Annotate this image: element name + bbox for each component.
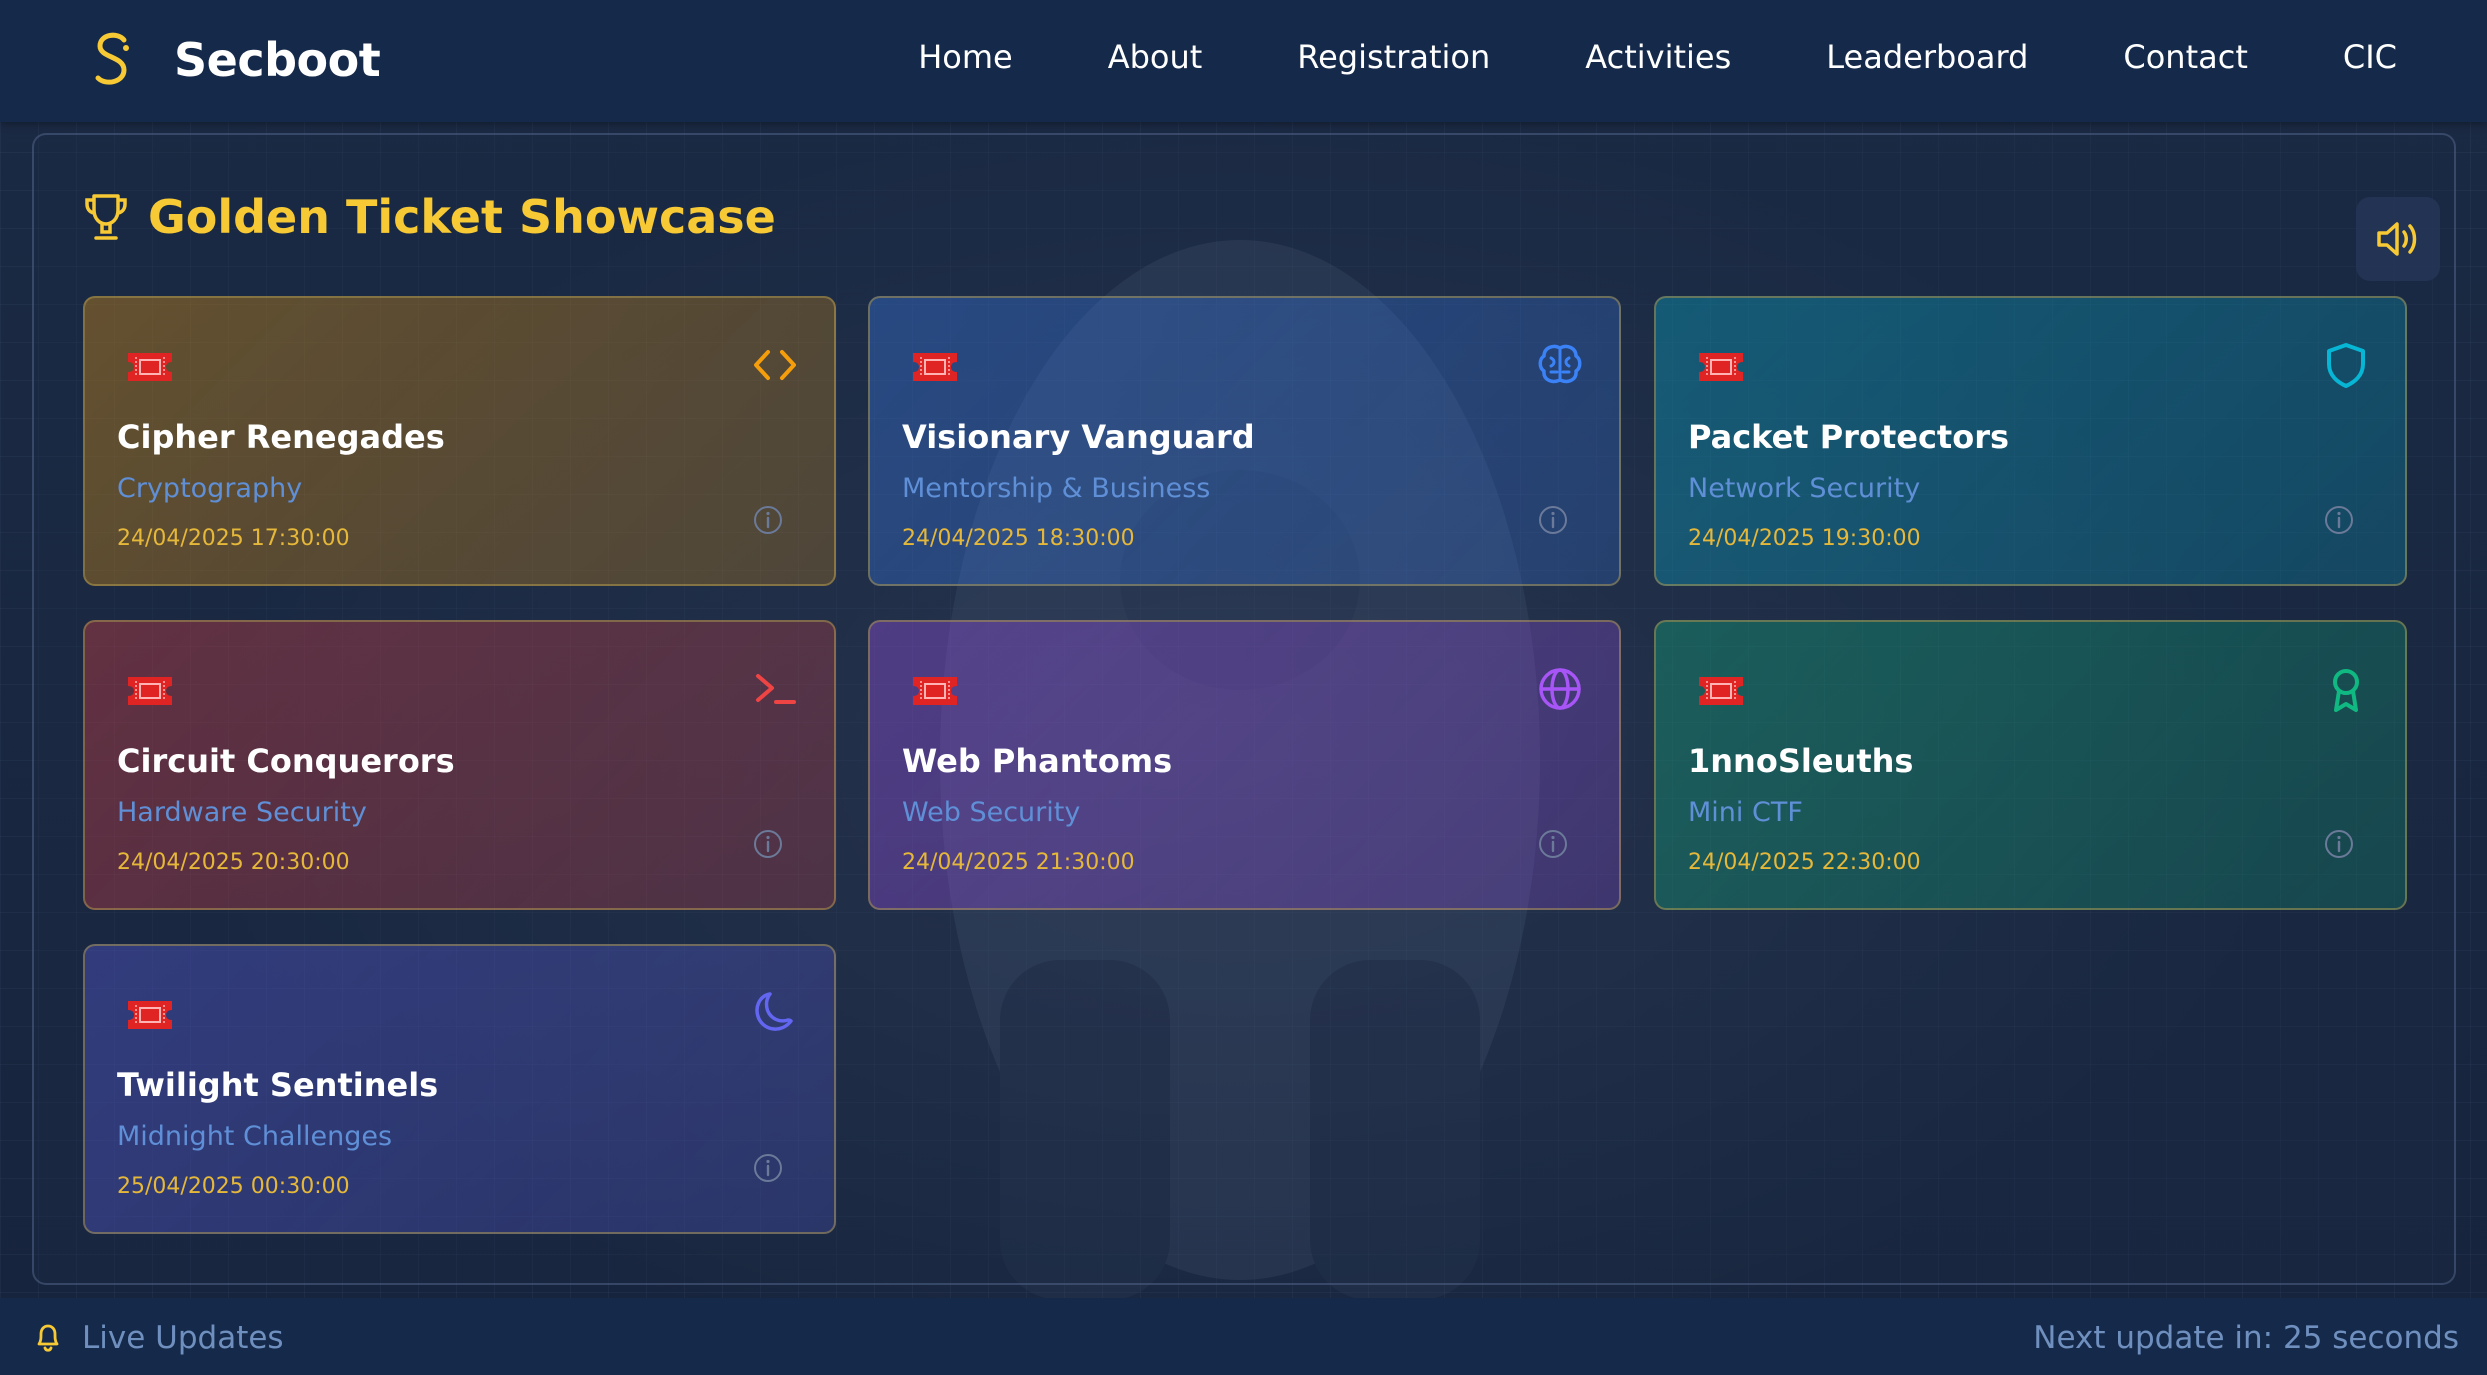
- brand[interactable]: Secboot: [88, 30, 381, 90]
- card-timestamp: 25/04/2025 00:30:00: [117, 1174, 350, 1199]
- code-icon: [754, 350, 796, 380]
- card-timestamp: 24/04/2025 22:30:00: [1688, 850, 1921, 875]
- info-icon[interactable]: [2323, 828, 2355, 860]
- nav-leaderboard-link[interactable]: Leaderboard: [1826, 38, 2028, 76]
- card-category: Midnight Challenges: [117, 1121, 393, 1152]
- ticket-card[interactable]: Packet Protectors Network Security 24/04…: [1654, 296, 2407, 586]
- card-category: Cryptography: [117, 473, 303, 504]
- nav-home-link[interactable]: Home: [918, 38, 1013, 76]
- ticket-card[interactable]: Twilight Sentinels Midnight Challenges 2…: [83, 944, 836, 1234]
- moon-icon: [755, 992, 793, 1031]
- volume-icon: [2377, 222, 2417, 256]
- bell-icon: [37, 1324, 59, 1352]
- nav-about-link[interactable]: About: [1108, 38, 1203, 76]
- card-timestamp: 24/04/2025 17:30:00: [117, 526, 350, 551]
- globe-icon: [1539, 668, 1581, 710]
- brain-icon: [1538, 344, 1582, 384]
- ticket-icon: [1699, 677, 1743, 705]
- shield-icon: [2327, 343, 2365, 388]
- card-team-name: Circuit Conquerors: [117, 742, 455, 780]
- award-icon: [2333, 669, 2359, 712]
- ticket-icon: [128, 353, 172, 381]
- ticket-icon: [128, 677, 172, 705]
- card-team-name: Cipher Renegades: [117, 418, 445, 456]
- info-icon[interactable]: [752, 828, 784, 860]
- nav-registration-link[interactable]: Registration: [1297, 38, 1490, 76]
- brand-name: Secboot: [174, 33, 381, 87]
- card-team-name: Web Phantoms: [902, 742, 1173, 780]
- live-updates: Live Updates: [34, 1320, 284, 1356]
- ticket-card[interactable]: Cipher Renegades Cryptography 24/04/2025…: [83, 296, 836, 586]
- showcase-heading: Golden Ticket Showcase: [84, 190, 776, 244]
- ticket-icon: [1699, 353, 1743, 381]
- ticket-card[interactable]: 1nnoSleuths Mini CTF 24/04/2025 22:30:00: [1654, 620, 2407, 910]
- card-team-name: Packet Protectors: [1688, 418, 2010, 456]
- card-category: Network Security: [1688, 473, 1921, 504]
- card-category: Web Security: [902, 797, 1081, 828]
- card-category: Mentorship & Business: [902, 473, 1211, 504]
- nav-activities-link[interactable]: Activities: [1585, 38, 1731, 76]
- card-timestamp: 24/04/2025 20:30:00: [117, 850, 350, 875]
- trophy-icon: [85, 194, 127, 240]
- nav-cic-link[interactable]: CIC: [2343, 38, 2397, 76]
- card-team-name: Visionary Vanguard: [902, 418, 1255, 456]
- info-icon[interactable]: [1537, 828, 1569, 860]
- nav-contact-link[interactable]: Contact: [2123, 38, 2248, 76]
- card-team-name: Twilight Sentinels: [117, 1066, 439, 1104]
- card-team-name: 1nnoSleuths: [1688, 742, 1914, 780]
- card-timestamp: 24/04/2025 21:30:00: [902, 850, 1135, 875]
- next-update-countdown: Next update in: 25 seconds: [2033, 1320, 2459, 1356]
- page: Secboot Home About Registration Activiti…: [0, 0, 2487, 1375]
- page-title: Golden Ticket Showcase: [148, 190, 776, 244]
- top-navbar: Secboot Home About Registration Activiti…: [0, 0, 2487, 122]
- info-icon[interactable]: [752, 1152, 784, 1184]
- card-timestamp: 24/04/2025 19:30:00: [1688, 526, 1921, 551]
- footer-bar: Live Updates Next update in: 25 seconds: [0, 1298, 2487, 1375]
- card-category: Mini CTF: [1688, 797, 1803, 828]
- card-category: Hardware Security: [117, 797, 367, 828]
- info-icon[interactable]: [1537, 504, 1569, 536]
- ticket-card[interactable]: Web Phantoms Web Security 24/04/2025 21:…: [868, 620, 1621, 910]
- info-icon[interactable]: [2323, 504, 2355, 536]
- ticket-icon: [913, 353, 957, 381]
- ticket-card[interactable]: Visionary Vanguard Mentorship & Business…: [868, 296, 1621, 586]
- card-timestamp: 24/04/2025 18:30:00: [902, 526, 1135, 551]
- terminal-icon: [756, 674, 796, 704]
- ticket-icon: [913, 677, 957, 705]
- ticket-icon: [128, 1001, 172, 1029]
- ticket-card[interactable]: Circuit Conquerors Hardware Security 24/…: [83, 620, 836, 910]
- s-logo-icon: [95, 32, 129, 85]
- sound-toggle-button[interactable]: [2356, 197, 2440, 281]
- nav-menu: Home About Registration Activities Leade…: [823, 38, 2397, 76]
- info-icon[interactable]: [752, 504, 784, 536]
- live-updates-label: Live Updates: [82, 1320, 284, 1356]
